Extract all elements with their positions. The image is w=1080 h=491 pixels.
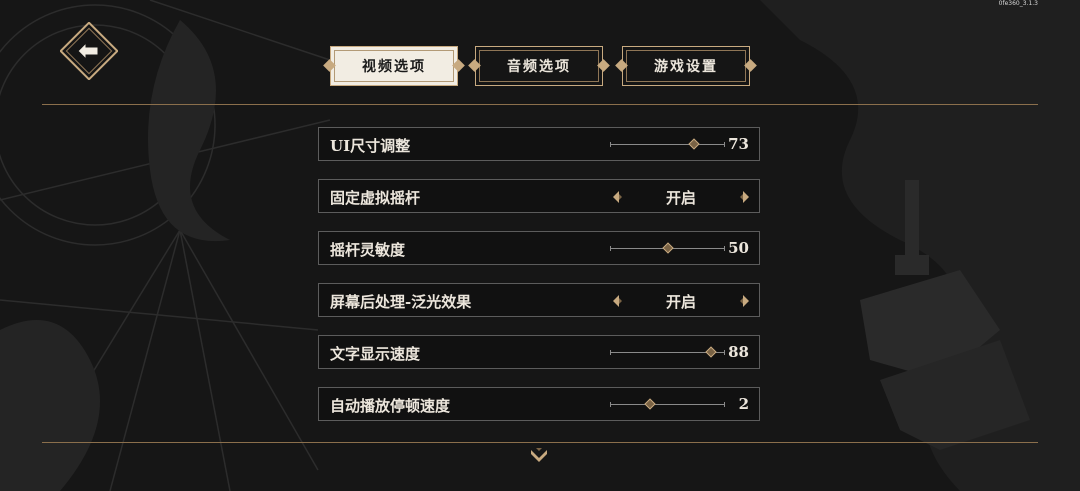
tab-game-settings[interactable]: 游戏设置 xyxy=(615,46,757,86)
slider-handle[interactable] xyxy=(705,346,717,358)
chevron-down-icon[interactable] xyxy=(528,446,550,466)
chevron-right-icon[interactable] xyxy=(735,292,753,310)
slider-handle[interactable] xyxy=(688,138,700,150)
setting-value: 73 xyxy=(728,135,749,153)
sensitivity-slider[interactable] xyxy=(610,242,725,254)
setting-label: 固定虚拟摇杆 xyxy=(330,189,421,207)
chevron-left-icon[interactable] xyxy=(609,292,627,310)
chevron-left-icon[interactable] xyxy=(609,188,627,206)
tab-video[interactable]: 视频选项 xyxy=(323,46,465,86)
setting-ui-scale[interactable]: UI尺寸调整 73 xyxy=(318,127,760,161)
setting-value: 50 xyxy=(728,239,749,257)
setting-label: 文字显示速度 xyxy=(330,345,421,363)
back-button[interactable] xyxy=(59,21,119,81)
setting-label: 摇杆灵敏度 xyxy=(330,241,406,259)
setting-label: 自动播放停顿速度 xyxy=(330,397,451,415)
setting-label: 屏幕后处理-泛光效果 xyxy=(330,293,472,311)
setting-bloom-effect[interactable]: 屏幕后处理-泛光效果 开启 xyxy=(318,283,760,317)
chevron-right-icon[interactable] xyxy=(735,188,753,206)
setting-joystick-sensitivity[interactable]: 摇杆灵敏度 50 xyxy=(318,231,760,265)
back-arrow-icon xyxy=(59,21,119,81)
ui-scale-slider[interactable] xyxy=(610,138,725,150)
bottom-divider xyxy=(42,442,1038,443)
tab-label: 音频选项 xyxy=(507,59,571,75)
text-speed-slider[interactable] xyxy=(610,346,725,358)
tab-label: 视频选项 xyxy=(362,59,426,75)
setting-label: UI尺寸调整 xyxy=(330,137,411,155)
top-divider xyxy=(42,104,1038,105)
slider-handle[interactable] xyxy=(644,398,656,410)
slider-handle[interactable] xyxy=(661,242,674,254)
setting-fixed-joystick[interactable]: 固定虚拟摇杆 开启 xyxy=(318,179,760,213)
setting-value: 88 xyxy=(728,343,749,361)
setting-text-speed[interactable]: 文字显示速度 88 xyxy=(318,335,760,369)
setting-value: 开启 xyxy=(665,189,696,207)
tab-audio[interactable]: 音频选项 xyxy=(468,46,610,86)
tab-label: 游戏设置 xyxy=(654,59,718,75)
setting-value: 开启 xyxy=(665,293,696,311)
setting-autoplay-pause[interactable]: 自动播放停顿速度 2 xyxy=(318,387,760,421)
autoplay-pause-slider[interactable] xyxy=(610,398,725,410)
setting-value: 2 xyxy=(738,395,749,413)
version-label: 0fe360_3.1.3 xyxy=(998,0,1038,7)
